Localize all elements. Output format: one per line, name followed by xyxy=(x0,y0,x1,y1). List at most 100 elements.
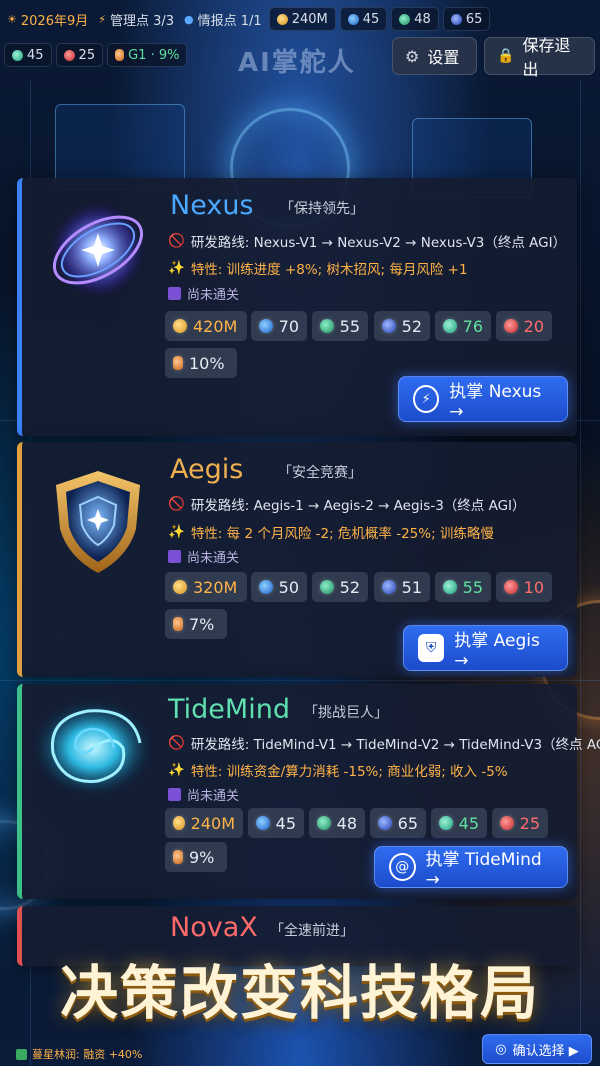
thermometer-icon xyxy=(115,49,125,61)
stat-data: 52 xyxy=(312,572,368,602)
stat-compute: 70 xyxy=(251,311,307,341)
thermometer-icon xyxy=(173,356,183,370)
take-nexus-button[interactable]: ⚡ 执掌 Nexus → xyxy=(398,376,568,422)
purple-square-icon xyxy=(168,788,181,801)
growth-icon xyxy=(439,816,453,830)
data-icon xyxy=(399,13,411,25)
compute-icon xyxy=(256,816,270,830)
stat-danger: 7% xyxy=(165,609,227,639)
coin-icon xyxy=(173,319,187,333)
stat-talent: 51 xyxy=(374,572,430,602)
purple-square-icon xyxy=(168,550,181,563)
company-trait: ✨ 特性: 每 2 个月风险 -2; 危机概率 -25%; 训练略慢 xyxy=(168,524,494,542)
stat-data: 55 xyxy=(312,311,368,341)
aegis-logo xyxy=(38,462,158,582)
stat-compute: 45 xyxy=(248,808,304,838)
growth-icon xyxy=(12,49,23,61)
data-chip: 48 xyxy=(391,7,439,31)
stat-growth: 55 xyxy=(435,572,491,602)
growth-chip: 45 xyxy=(4,43,52,67)
compute-icon xyxy=(259,580,273,594)
talent-icon xyxy=(450,13,462,25)
stat-money: 240M xyxy=(165,808,243,838)
data-icon xyxy=(320,319,334,333)
stat-talent: 65 xyxy=(370,808,426,838)
company-tagline: 「安全竞赛」 xyxy=(278,465,362,481)
company-tagline: 「保持领先」 xyxy=(280,201,364,217)
save-exit-button[interactable]: 🔒 保存退出 xyxy=(484,36,595,79)
data-icon xyxy=(317,816,331,830)
compute-icon xyxy=(347,13,359,25)
talent-chip: 65 xyxy=(442,7,491,31)
company-name: TideMind xyxy=(168,694,290,725)
compute-chip: 45 xyxy=(339,7,388,31)
coin-icon xyxy=(276,13,288,25)
stat-money: 320M xyxy=(165,572,247,602)
gear-icon: ⚙ xyxy=(405,46,420,66)
stat-risk: 25 xyxy=(492,808,548,838)
sparkle-icon: ✨ xyxy=(168,762,185,778)
check-shield-icon xyxy=(16,1048,27,1060)
confirm-selection-button[interactable]: ◎ 确认选择 ▶ xyxy=(482,1034,592,1064)
stat-growth: 45 xyxy=(431,808,487,838)
route-icon: 🚫 xyxy=(168,496,185,512)
purple-square-icon xyxy=(168,287,181,300)
lock-icon: 🔒 xyxy=(497,48,515,64)
settings-button[interactable]: ⚙ 设置 xyxy=(392,37,477,75)
company-name: Aegis xyxy=(170,454,244,485)
coin-icon xyxy=(173,580,187,594)
research-route: 🚫 研发路线: Aegis-1 → Aegis-2 → Aegis-3（终点 A… xyxy=(168,496,526,514)
stat-compute: 50 xyxy=(251,572,307,602)
clear-status: 尚未通关 xyxy=(168,547,239,566)
route-icon: 🚫 xyxy=(168,233,185,249)
company-tagline: 「全速前进」 xyxy=(270,923,354,939)
stat-talent: 52 xyxy=(374,311,430,341)
risk-icon xyxy=(63,49,75,61)
promo-banner: 决策改变科技格局 xyxy=(59,959,540,1027)
date-display: ☀ 2026年9月 xyxy=(7,12,89,29)
stat-growth: 76 xyxy=(435,311,491,341)
growth-icon xyxy=(443,580,457,594)
talent-icon xyxy=(382,580,396,594)
sparkle-icon: ✨ xyxy=(168,260,185,276)
company-trait: ✨ 特性: 训练进度 +8%; 树木招风; 每月风险 +1 xyxy=(168,260,468,278)
risk-icon xyxy=(500,816,514,830)
tidemind-logo xyxy=(28,688,158,808)
take-aegis-button[interactable]: ⛨ 执掌 Aegis → xyxy=(403,625,568,671)
risk-icon xyxy=(504,580,518,594)
company-name: NovaX xyxy=(170,912,258,943)
thermometer-icon xyxy=(173,617,183,631)
stat-danger: 10% xyxy=(165,348,237,378)
lightning-icon: ⚡ xyxy=(98,12,106,26)
company-name: Nexus xyxy=(170,190,254,221)
coin-icon xyxy=(173,816,185,830)
stat-danger: 9% xyxy=(165,842,227,872)
take-tidemind-button[interactable]: @ 执掌 TideMind → xyxy=(374,846,568,890)
stat-risk: 10 xyxy=(496,572,552,602)
company-card-nexus[interactable]: Nexus 「保持领先」 🚫 研发路线: Nexus-V1 → Nexus-V2… xyxy=(17,178,577,436)
stat-data: 48 xyxy=(309,808,365,838)
bottom-bonus-note: 蔓星林润: 融资 +40% xyxy=(16,1046,142,1062)
growth-icon xyxy=(443,319,457,333)
sparkle-icon: ✨ xyxy=(168,524,185,540)
company-tagline: 「挑战巨人」 xyxy=(304,705,388,721)
globe-icon: ● xyxy=(184,12,194,26)
swirl-icon: @ xyxy=(389,853,416,881)
app-title: AI掌舵人 xyxy=(238,48,356,78)
risk-chip: 25 xyxy=(55,43,104,67)
company-card-aegis[interactable]: Aegis 「安全竞赛」 🚫 研发路线: Aegis-1 → Aegis-2 →… xyxy=(17,442,577,677)
research-route: 🚫 研发路线: TideMind-V1 → TideMind-V2 → Tide… xyxy=(168,735,600,753)
compute-icon xyxy=(259,319,273,333)
stage-chip: G1 · 9% xyxy=(107,43,188,67)
stat-money: 420M xyxy=(165,311,247,341)
talent-icon xyxy=(382,319,396,333)
route-icon: 🚫 xyxy=(168,735,185,751)
cloud-lightning-icon: ⚡ xyxy=(413,385,440,413)
data-icon xyxy=(320,580,334,594)
top-status-bar: ☀ 2026年9月 ⚡ 管理点 3/3 ● 情报点 1/1 240M 45 48… xyxy=(4,6,596,32)
intel-points: ● 情报点 1/1 xyxy=(184,12,262,29)
research-route: 🚫 研发路线: Nexus-V1 → Nexus-V2 → Nexus-V3（终… xyxy=(168,233,567,251)
nexus-logo xyxy=(38,190,158,310)
clear-status: 尚未通关 xyxy=(168,284,239,303)
company-card-tidemind[interactable]: TideMind 「挑战巨人」 🚫 研发路线: TideMind-V1 → Ti… xyxy=(17,684,600,899)
